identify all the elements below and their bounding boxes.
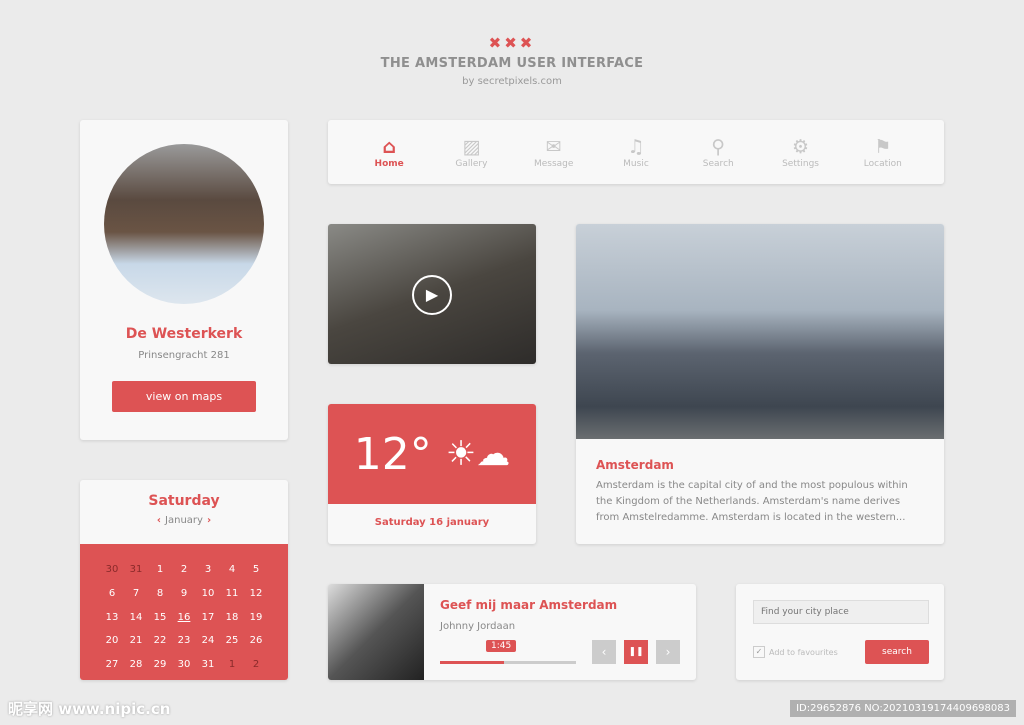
calendar-date[interactable]: 23 <box>172 635 196 651</box>
calendar-date[interactable]: 8 <box>148 588 172 604</box>
weather-date: Saturday 16 january <box>374 517 490 528</box>
calendar-date[interactable]: 4 <box>220 564 244 580</box>
nav-item-message[interactable]: ✉ Message <box>519 135 589 169</box>
settings-icon: ⚙ <box>792 136 810 158</box>
play-icon[interactable]: ▶ <box>412 275 452 315</box>
calendar-date[interactable]: 22 <box>148 635 172 651</box>
calendar-date[interactable]: 31 <box>124 564 148 580</box>
nav-item-music[interactable]: ♫ Music <box>601 135 671 169</box>
calendar-date[interactable]: 28 <box>124 659 148 675</box>
calendar-date[interactable]: 17 <box>196 612 220 628</box>
calendar-date[interactable]: 18 <box>220 612 244 628</box>
calendar-date[interactable]: 2 <box>244 659 268 675</box>
calendar-date[interactable]: 9 <box>172 588 196 604</box>
time-tooltip: 1:45 <box>486 640 517 652</box>
progress-fill <box>440 661 504 664</box>
place-address: Prinsengracht 281 <box>138 350 230 361</box>
calendar-date[interactable]: 20 <box>100 635 124 651</box>
nav-item-settings[interactable]: ⚙ Settings <box>766 135 836 169</box>
calendar-date[interactable]: 30 <box>172 659 196 675</box>
watermark-logo: 昵享网 www.nipic.cn <box>8 700 171 718</box>
search-button[interactable]: search <box>865 640 929 664</box>
calendar-date[interactable]: 14 <box>124 612 148 628</box>
nav-item-home[interactable]: ⌂ Home <box>354 135 424 169</box>
calendar-date[interactable]: 19 <box>244 612 268 628</box>
calendar-date[interactable]: 12 <box>244 588 268 604</box>
logo-crosses: ✖✖✖ <box>488 34 536 52</box>
weather-card: 12° ☀☁ Saturday 16 january <box>328 404 536 544</box>
nav-label: Home <box>374 159 404 169</box>
westerkerk-photo <box>104 144 264 304</box>
page-title: THE AMSTERDAM USER INTERFACE <box>380 56 644 71</box>
song-artist: Johnny Jordaan <box>440 621 516 632</box>
calendar-date[interactable]: 6 <box>100 588 124 604</box>
music-icon: ♫ <box>627 136 645 158</box>
nav-label: Settings <box>782 159 819 169</box>
city-title: Amsterdam <box>596 458 674 472</box>
prev-track-button[interactable]: ‹ <box>592 640 616 664</box>
calendar-date[interactable]: 7 <box>124 588 148 604</box>
view-on-maps-button[interactable]: view on maps <box>112 381 256 412</box>
city-search-input[interactable] <box>753 600 929 624</box>
amsterdam-photo <box>576 224 944 439</box>
calendar-date[interactable]: 16 <box>172 612 196 628</box>
progress-bar[interactable] <box>440 661 576 664</box>
calendar-date[interactable]: 1 <box>220 659 244 675</box>
place-name: De Westerkerk <box>125 326 243 342</box>
nav-label: Music <box>623 159 649 169</box>
temperature: 12° <box>353 428 432 480</box>
calendar-date[interactable]: 21 <box>124 635 148 651</box>
calendar-card: Saturday ‹ January › 30 31 1 2 3 4 5 6 7 8 9 10 11 12 13… <box>80 480 288 680</box>
profile-card: De Westerkerk Prinsengracht 281 view on … <box>80 120 288 440</box>
favourites-checkbox[interactable]: ✓ <box>753 646 765 658</box>
video-card[interactable]: ▶ <box>328 224 536 364</box>
nav-item-search[interactable]: ⚲ Search <box>683 135 753 169</box>
pause-button[interactable]: ❚❚ <box>624 640 648 664</box>
calendar-date[interactable]: 24 <box>196 635 220 651</box>
calendar-date[interactable]: 13 <box>100 612 124 628</box>
nav-bar: ⌂ Home ▨ Gallery ✉ Message ♫ Music ⚲ Search ⚙ Setti… <box>328 120 944 184</box>
nav-label: Gallery <box>455 159 488 169</box>
calendar-date[interactable]: 25 <box>220 635 244 651</box>
calendar-date[interactable]: 26 <box>244 635 268 651</box>
album-photo <box>328 584 424 680</box>
search-card: ✓ Add to favourites search <box>736 584 944 680</box>
music-player: Geef mij maar Amsterdam Johnny Jordaan 1… <box>328 584 696 680</box>
calendar-date[interactable]: 5 <box>244 564 268 580</box>
calendar-date[interactable]: 3 <box>196 564 220 580</box>
prev-month-button[interactable]: ‹ <box>157 515 161 526</box>
next-track-button[interactable]: › <box>656 640 680 664</box>
nav-label: Location <box>863 159 902 169</box>
message-icon: ✉ <box>545 136 562 158</box>
calendar-date[interactable]: 30 <box>100 564 124 580</box>
next-month-button[interactable]: › <box>207 515 211 526</box>
calendar-date[interactable]: 27 <box>100 659 124 675</box>
search-icon: ⚲ <box>711 136 726 158</box>
page-subtitle: by secretpixels.com <box>462 76 562 87</box>
song-title: Geef mij maar Amsterdam <box>440 598 618 612</box>
home-icon: ⌂ <box>382 136 396 158</box>
calendar-date[interactable]: 15 <box>148 612 172 628</box>
city-description: Amsterdam is the capital city of and the… <box>596 480 908 523</box>
calendar-month: January <box>165 515 203 526</box>
partly-cloudy-icon: ☀☁ <box>445 434 511 474</box>
calendar-grid: 30 31 1 2 3 4 5 6 7 8 9 10 11 12 13 14 15 16 17 18 19 20 21 22 2… <box>80 544 288 680</box>
page-header: ✖✖✖ THE AMSTERDAM USER INTERFACE by secr… <box>0 34 1024 87</box>
nav-label: Search <box>702 159 734 169</box>
location-icon: ⚑ <box>874 136 892 158</box>
nav-item-location[interactable]: ⚑ Location <box>848 135 918 169</box>
nav-label: Message <box>533 159 574 169</box>
calendar-date[interactable]: 29 <box>148 659 172 675</box>
calendar-date[interactable]: 11 <box>220 588 244 604</box>
gallery-icon: ▨ <box>462 136 481 158</box>
nav-item-gallery[interactable]: ▨ Gallery <box>436 135 506 169</box>
city-card: Amsterdam Amsterdam is the capital city … <box>576 224 944 544</box>
calendar-date[interactable]: 31 <box>196 659 220 675</box>
calendar-date[interactable]: 2 <box>172 564 196 580</box>
calendar-date[interactable]: 1 <box>148 564 172 580</box>
calendar-date[interactable]: 10 <box>196 588 220 604</box>
watermark-id: ID:29652876 NO:20210319174409698083 <box>790 700 1016 717</box>
calendar-day: Saturday <box>148 493 220 509</box>
favourites-label: Add to favourites <box>769 647 838 657</box>
